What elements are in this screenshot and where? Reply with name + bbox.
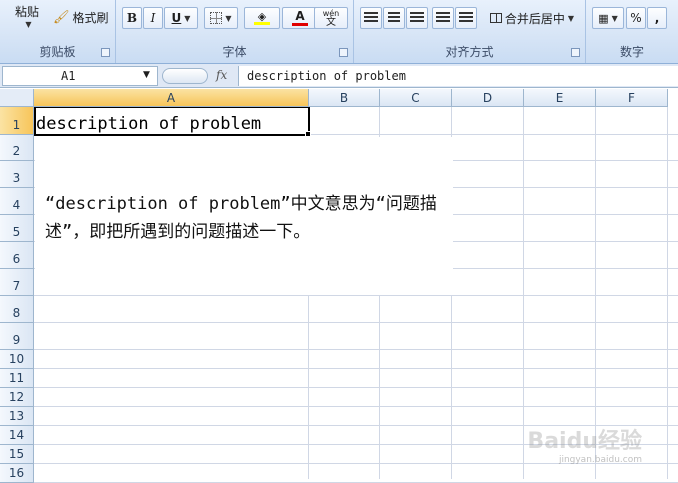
- grid-row-line: [34, 295, 678, 296]
- clipboard-group-label: 剪贴板: [39, 45, 76, 59]
- row-header-13[interactable]: 13: [0, 407, 34, 426]
- row-header-3[interactable]: 3: [0, 161, 34, 188]
- increase-indent-icon: [459, 12, 473, 24]
- border-grid-icon: [210, 12, 223, 24]
- grid-row-line: [34, 368, 678, 369]
- grid-row-line: [34, 134, 678, 135]
- row-header-9[interactable]: 9: [0, 323, 34, 350]
- format-painter-label: 格式刷: [72, 10, 109, 25]
- row-header-1[interactable]: 1: [0, 107, 34, 135]
- comma-style-button[interactable]: ,: [647, 7, 667, 29]
- align-center-icon: [388, 12, 400, 24]
- row-header-2[interactable]: 2: [0, 135, 34, 161]
- row-header-4[interactable]: 4: [0, 188, 34, 215]
- font-color-button[interactable]: A: [282, 7, 318, 29]
- percent-button[interactable]: %: [626, 7, 646, 29]
- column-header-b[interactable]: B: [309, 89, 380, 107]
- font-group: B I U ▼ ▼ ◈ A wén 文 字体: [116, 0, 354, 63]
- italic-button[interactable]: I: [143, 7, 163, 29]
- chevron-down-icon: ▼: [611, 13, 618, 23]
- row-header-16[interactable]: 16: [0, 464, 34, 483]
- fill-color-bar: [254, 22, 270, 25]
- alignment-group-label: 对齐方式: [445, 45, 494, 59]
- borders-button[interactable]: ▼: [204, 7, 238, 29]
- align-right-button[interactable]: [406, 7, 428, 29]
- merge-cells-icon: [489, 13, 502, 23]
- name-box[interactable]: A1: [2, 66, 158, 86]
- row-header-5[interactable]: 5: [0, 215, 34, 242]
- merge-center-label: 合并后居中: [504, 11, 565, 26]
- formula-bar-expander[interactable]: [162, 68, 208, 84]
- row-header-15[interactable]: 15: [0, 445, 34, 464]
- chevron-down-icon: ▼: [567, 13, 575, 23]
- underline-button[interactable]: U ▼: [164, 7, 198, 29]
- select-all-button[interactable]: [0, 89, 34, 107]
- row-header-11[interactable]: 11: [0, 369, 34, 388]
- watermark: Baidu经验 jingyan.baidu.com: [527, 423, 642, 465]
- watermark-url: jingyan.baidu.com: [558, 455, 642, 465]
- grid-column-line: [523, 107, 524, 479]
- formula-input[interactable]: description of problem: [238, 66, 678, 86]
- column-header-e[interactable]: E: [524, 89, 596, 107]
- row-header-14[interactable]: 14: [0, 426, 34, 445]
- increase-indent-button[interactable]: [455, 7, 477, 29]
- font-group-label: 字体: [222, 45, 247, 59]
- clipboard-group: 粘贴 ▼ 🖌 格式刷 剪贴板: [0, 0, 116, 63]
- insert-function-button[interactable]: fx: [216, 68, 227, 82]
- paste-button[interactable]: 粘贴 ▼: [6, 0, 48, 32]
- brush-icon: 🖌: [53, 9, 70, 25]
- column-header-d[interactable]: D: [452, 89, 524, 107]
- paint-bucket-icon: ◈: [257, 10, 267, 23]
- font-color-glyph: A: [295, 9, 305, 23]
- row-header-6[interactable]: 6: [0, 242, 34, 269]
- align-center-button[interactable]: [383, 7, 405, 29]
- chevron-down-icon: ▼: [184, 13, 191, 23]
- ribbon: 粘贴 ▼ 🖌 格式刷 剪贴板 B I U ▼ ▼ ◈ A wén 文 字体 合并…: [0, 0, 678, 64]
- name-box-dropdown-icon[interactable]: ▼: [143, 70, 150, 80]
- clipboard-dialog-launcher[interactable]: [101, 48, 110, 57]
- alignment-dialog-launcher[interactable]: [571, 48, 580, 57]
- cell-a1[interactable]: description of problem: [36, 114, 261, 134]
- phonetic-bottom: 文: [326, 17, 336, 28]
- grid-row-line: [34, 406, 678, 407]
- align-right-icon: [410, 12, 424, 24]
- align-left-button[interactable]: [360, 7, 382, 29]
- alignment-group: 合并后居中 ▼ 对齐方式: [354, 0, 586, 63]
- grid-row-line: [34, 349, 678, 350]
- phonetic-guide-button[interactable]: wén 文: [314, 7, 348, 29]
- row-header-12[interactable]: 12: [0, 388, 34, 407]
- paste-label: 粘贴: [14, 5, 39, 19]
- format-painter-button[interactable]: 🖌 格式刷: [52, 6, 110, 28]
- number-group-label: 数字: [619, 45, 644, 59]
- bold-button[interactable]: B: [122, 7, 142, 29]
- merge-center-button[interactable]: 合并后居中 ▼: [484, 7, 580, 29]
- grid-column-line: [667, 107, 668, 479]
- row-header-8[interactable]: 8: [0, 296, 34, 323]
- grid-row-line: [34, 322, 678, 323]
- formula-bar: A1 ▼ fx description of problem: [0, 64, 678, 88]
- explanation-text: “description of problem”中文意思为“问题描述”，即把所遇…: [45, 194, 437, 242]
- accounting-format-button[interactable]: ▦ ▼: [592, 7, 624, 29]
- font-color-bar: [292, 23, 308, 26]
- column-header-a[interactable]: A: [34, 89, 309, 107]
- currency-icon: ▦: [598, 11, 609, 25]
- underline-glyph: U: [171, 11, 182, 25]
- font-dialog-launcher[interactable]: [339, 48, 348, 57]
- row-header-10[interactable]: 10: [0, 350, 34, 369]
- decrease-indent-icon: [436, 12, 450, 24]
- fill-color-button[interactable]: ◈: [244, 7, 280, 29]
- column-header-c[interactable]: C: [380, 89, 452, 107]
- decrease-indent-button[interactable]: [432, 7, 454, 29]
- align-left-icon: [364, 12, 378, 24]
- chevron-down-icon: ▼: [25, 20, 32, 29]
- grid-row-line: [34, 387, 678, 388]
- watermark-text: Baidu经验: [527, 429, 642, 454]
- chevron-down-icon: ▼: [225, 13, 232, 23]
- number-group: ▦ ▼ % , 数字: [586, 0, 678, 63]
- row-header-7[interactable]: 7: [0, 269, 34, 296]
- column-header-f[interactable]: F: [596, 89, 668, 107]
